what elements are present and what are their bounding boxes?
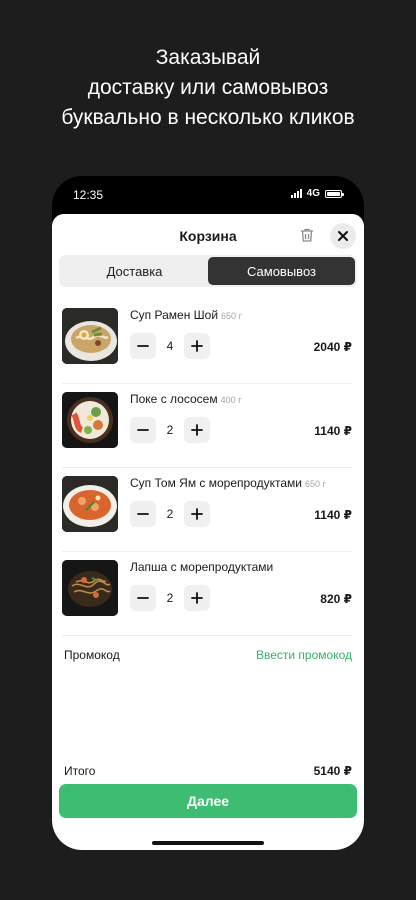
delivery-mode-toggle: Доставка Самовывоз bbox=[59, 255, 357, 287]
item-name: Суп Рамен Шой bbox=[130, 308, 219, 322]
plus-icon bbox=[191, 340, 203, 352]
promo-headline: Заказывай доставку или самовывоз букваль… bbox=[0, 43, 416, 133]
decrease-button[interactable] bbox=[130, 333, 156, 359]
trash-icon[interactable] bbox=[298, 226, 316, 244]
plus-icon bbox=[191, 424, 203, 436]
cart-item: Суп Том Ям с морепродуктами 650 г 2 1140 … bbox=[62, 468, 352, 552]
item-name: Суп Том Ям с морепродуктами bbox=[130, 476, 302, 490]
increase-button[interactable] bbox=[184, 501, 210, 527]
cart-items: Суп Рамен Шой 650 г 4 2040 ₽ Поке с лосо… bbox=[52, 300, 364, 636]
quantity-stepper: 2 bbox=[130, 585, 210, 611]
item-quantity: 4 bbox=[166, 339, 174, 353]
item-price: 1140 ₽ bbox=[314, 508, 352, 522]
status-indicators: 4G bbox=[290, 188, 344, 199]
ramen-bowl-image bbox=[62, 308, 118, 364]
item-quantity: 2 bbox=[166, 507, 174, 521]
minus-icon bbox=[137, 513, 149, 515]
plus-icon bbox=[191, 508, 203, 520]
total-label: Итого bbox=[64, 764, 96, 778]
quantity-stepper: 2 bbox=[130, 417, 210, 443]
status-bar: 12:35 4G bbox=[52, 176, 364, 214]
cart-header: Корзина bbox=[52, 214, 364, 258]
item-price: 1140 ₽ bbox=[314, 424, 352, 438]
cart-item: Суп Рамен Шой 650 г 4 2040 ₽ bbox=[62, 300, 352, 384]
plus-icon bbox=[191, 592, 203, 604]
cart-title: Корзина bbox=[179, 228, 237, 244]
headline-line-2: доставку или самовывоз bbox=[87, 76, 329, 99]
promo-label: Промокод bbox=[64, 648, 120, 662]
decrease-button[interactable] bbox=[130, 585, 156, 611]
cart-item: Лапша с морепродуктами 2 820 ₽ bbox=[62, 552, 352, 636]
increase-button[interactable] bbox=[184, 585, 210, 611]
close-icon bbox=[338, 231, 348, 241]
tab-delivery[interactable]: Доставка bbox=[61, 257, 208, 285]
headline-line-3: буквально в несколько кликов bbox=[61, 106, 355, 129]
quantity-stepper: 2 bbox=[130, 501, 210, 527]
item-price: 820 ₽ bbox=[320, 592, 352, 606]
minus-icon bbox=[137, 345, 149, 347]
item-name: Поке с лососем bbox=[130, 392, 218, 406]
tab-pickup[interactable]: Самовывоз bbox=[208, 257, 355, 285]
cart-sheet: Корзина Доставка Самовывоз Суп Рамен Шой… bbox=[52, 214, 364, 850]
signal-icon bbox=[290, 189, 302, 198]
item-weight: 400 г bbox=[220, 395, 242, 405]
phone-frame: 12:35 4G Корзина Доставка Самовывоз Суп … bbox=[52, 176, 364, 850]
poke-bowl-image bbox=[62, 392, 118, 448]
minus-icon bbox=[137, 429, 149, 431]
decrease-button[interactable] bbox=[130, 417, 156, 443]
item-quantity: 2 bbox=[166, 591, 174, 605]
quantity-stepper: 4 bbox=[130, 333, 210, 359]
increase-button[interactable] bbox=[184, 333, 210, 359]
tom-yum-bowl-image bbox=[62, 476, 118, 532]
noodles-plate-image bbox=[62, 560, 118, 616]
close-button[interactable] bbox=[330, 223, 356, 249]
decrease-button[interactable] bbox=[130, 501, 156, 527]
item-weight: 650 г bbox=[221, 311, 242, 321]
home-indicator bbox=[152, 841, 264, 845]
status-time: 12:35 bbox=[73, 188, 104, 202]
network-type: 4G bbox=[306, 188, 320, 199]
item-weight: 650 г bbox=[304, 479, 326, 489]
minus-icon bbox=[137, 597, 149, 599]
item-price: 2040 ₽ bbox=[313, 340, 352, 354]
cart-item: Поке с лососем 400 г 2 1140 ₽ bbox=[62, 384, 352, 468]
total-value: 5140 ₽ bbox=[313, 764, 352, 778]
enter-promo-link[interactable]: Ввести промокод bbox=[256, 648, 352, 662]
item-name: Лапша с морепродуктами bbox=[130, 560, 274, 574]
next-button[interactable]: Далее bbox=[59, 784, 357, 818]
headline-line-1: Заказывай bbox=[155, 46, 261, 69]
promo-row: Промокод Ввести промокод bbox=[64, 648, 352, 668]
item-quantity: 2 bbox=[166, 423, 174, 437]
increase-button[interactable] bbox=[184, 417, 210, 443]
battery-icon bbox=[325, 189, 344, 198]
